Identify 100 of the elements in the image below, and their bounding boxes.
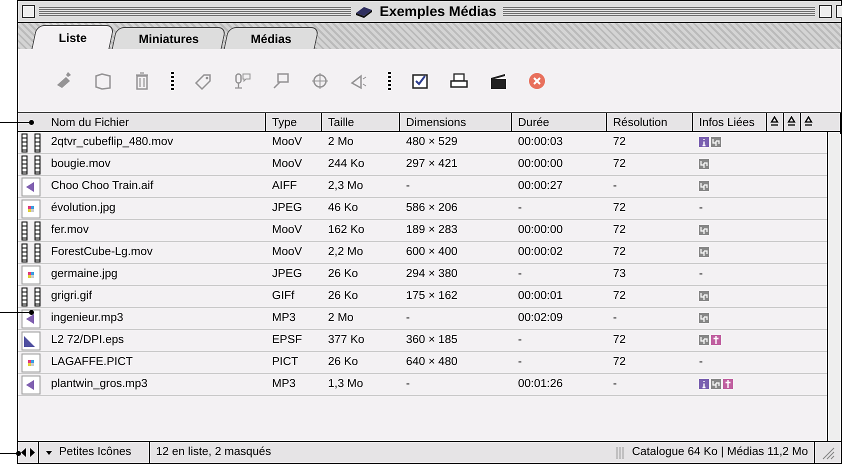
sound-file-icon (21, 176, 41, 196)
resize-grip-icon[interactable] (821, 446, 835, 460)
movie-file-icon (21, 154, 41, 174)
table-cell-text: - (517, 354, 523, 370)
table-cell-text: 2 Mo (327, 310, 355, 326)
table-cell-text: plantwin_gros.mp3 (50, 376, 149, 392)
link-icon (699, 224, 709, 235)
table-cell-text: JPEG (271, 200, 304, 216)
table-cell-text: 72 (612, 288, 627, 304)
table-cell-text: 72 (612, 244, 627, 260)
table-cell-text: 244 Ko (327, 156, 366, 172)
table-cell-text: fer.mov (50, 222, 90, 238)
table-cell-text: 377 Ko (327, 332, 366, 348)
table-cell-text: 72 (612, 222, 627, 238)
table-cell-text: EPSF (271, 332, 304, 348)
table-cell-text: 26 Ko (327, 288, 360, 304)
table-cell-text: 586 × 206 (405, 200, 458, 216)
link-icon (699, 180, 709, 191)
view-dropdown[interactable]: Petites Icônes (39, 442, 150, 463)
table-cell-text: 640 × 480 (405, 354, 458, 370)
tab[interactable]: Médias (224, 27, 320, 49)
table-cell-text: 2,3 Mo (327, 178, 364, 194)
caret-icon (45, 450, 53, 456)
table-cell-text: - (405, 178, 411, 194)
item-count: 12 en liste, 2 masqués (156, 444, 272, 460)
table-cell-text: 46 Ko (327, 200, 360, 216)
info-icon (699, 136, 709, 147)
table-cell-text: 00:00:00 (517, 222, 564, 238)
window-title: Exemples Médias (378, 2, 498, 21)
table-cell-text: - (698, 266, 704, 282)
table-cell-text: Choo Choo Train.aif (50, 178, 154, 194)
table-cell-text: 73 (612, 266, 627, 282)
movie-file-icon (21, 286, 41, 306)
table-cell-text: MooV (271, 134, 304, 150)
table-cell-text: - (698, 200, 704, 216)
table-cell-text: - (517, 332, 523, 348)
table-cell-text: 72 (612, 134, 627, 150)
close-box[interactable] (22, 5, 35, 18)
table-cell-text: 26 Ko (327, 354, 360, 370)
table-cell-text: - (698, 354, 704, 370)
table-cell-text: - (405, 376, 411, 392)
table-cell-text: 00:01:26 (517, 376, 564, 392)
table-cell-text: AIFF (271, 178, 298, 194)
tab[interactable]: Liste (31, 25, 115, 49)
table-cell-text: 162 Ko (327, 222, 366, 238)
table-cell-text: ingenieur.mp3 (50, 310, 124, 326)
table-cell-text: 175 × 162 (405, 288, 458, 304)
tab[interactable]: Miniatures (112, 27, 226, 49)
table-cell-text: 00:00:02 (517, 244, 564, 260)
table-cell-text: MooV (271, 244, 304, 260)
scroll-arrows-icon[interactable] (21, 448, 35, 457)
table-cell-text: 480 × 529 (405, 134, 458, 150)
table-cell-text: 26 Ko (327, 266, 360, 282)
table-cell-text: évolution.jpg (50, 200, 117, 216)
table-cell-text: MooV (271, 156, 304, 172)
link-icon (711, 136, 721, 147)
zoom-box[interactable] (819, 5, 832, 18)
table-cell-text: grigri.gif (50, 288, 93, 304)
table-cell-text: germaine.jpg (50, 266, 118, 282)
table-cell-text: 297 × 421 (405, 156, 458, 172)
table-cell-text: 00:00:03 (517, 134, 564, 150)
table-cell-text: 294 × 380 (405, 266, 458, 282)
table-cell-text: 2 Mo (327, 134, 355, 150)
table-cell-text: 00:00:27 (517, 178, 564, 194)
grip-icon[interactable] (616, 446, 624, 458)
link-icon (699, 158, 709, 169)
table-cell-text: JPEG (271, 266, 304, 282)
eject-icon[interactable] (786, 116, 797, 128)
table-cell-text: 00:00:00 (517, 156, 564, 172)
table-cell-text: - (517, 200, 523, 216)
table-cell-text: - (612, 376, 618, 392)
link-icon (699, 290, 709, 301)
table-cell-text: 00:02:09 (517, 310, 564, 326)
link-icon (711, 378, 721, 389)
cross-icon (711, 334, 721, 345)
cancel-icon[interactable] (527, 70, 547, 90)
table-cell-text: bougie.mov (50, 156, 112, 172)
table-cell-text: 2,2 Mo (327, 244, 364, 260)
table-cell-text: 72 (612, 332, 627, 348)
book-icon (354, 5, 373, 18)
link-icon (699, 312, 709, 323)
link-icon (699, 334, 709, 345)
size-summary: Catalogue 64 Ko | Médias 11,2 Mo (632, 444, 808, 460)
table-cell-text: 72 (612, 354, 627, 370)
table-cell-text: PICT (271, 354, 300, 370)
movie-file-icon (21, 242, 41, 262)
info-icon (699, 378, 709, 389)
table-cell-text: LAGAFFE.PICT (50, 354, 134, 370)
link-icon (699, 246, 709, 257)
table-cell-text: MooV (271, 222, 304, 238)
table-cell-text: MP3 (271, 376, 297, 392)
table-cell-text: L2 72/DPI.eps (50, 332, 125, 348)
sound-file-icon (21, 308, 41, 328)
table-cell-text: 72 (612, 200, 627, 216)
sound-file-icon (21, 374, 41, 394)
table-cell-text: ForestCube-Lg.mov (50, 244, 154, 260)
vector-file-icon (21, 330, 41, 350)
table-cell-text: 00:00:01 (517, 288, 564, 304)
table-cell-text: 2qtvr_cubeflip_480.mov (50, 134, 174, 150)
table-cell-text: - (405, 310, 411, 326)
